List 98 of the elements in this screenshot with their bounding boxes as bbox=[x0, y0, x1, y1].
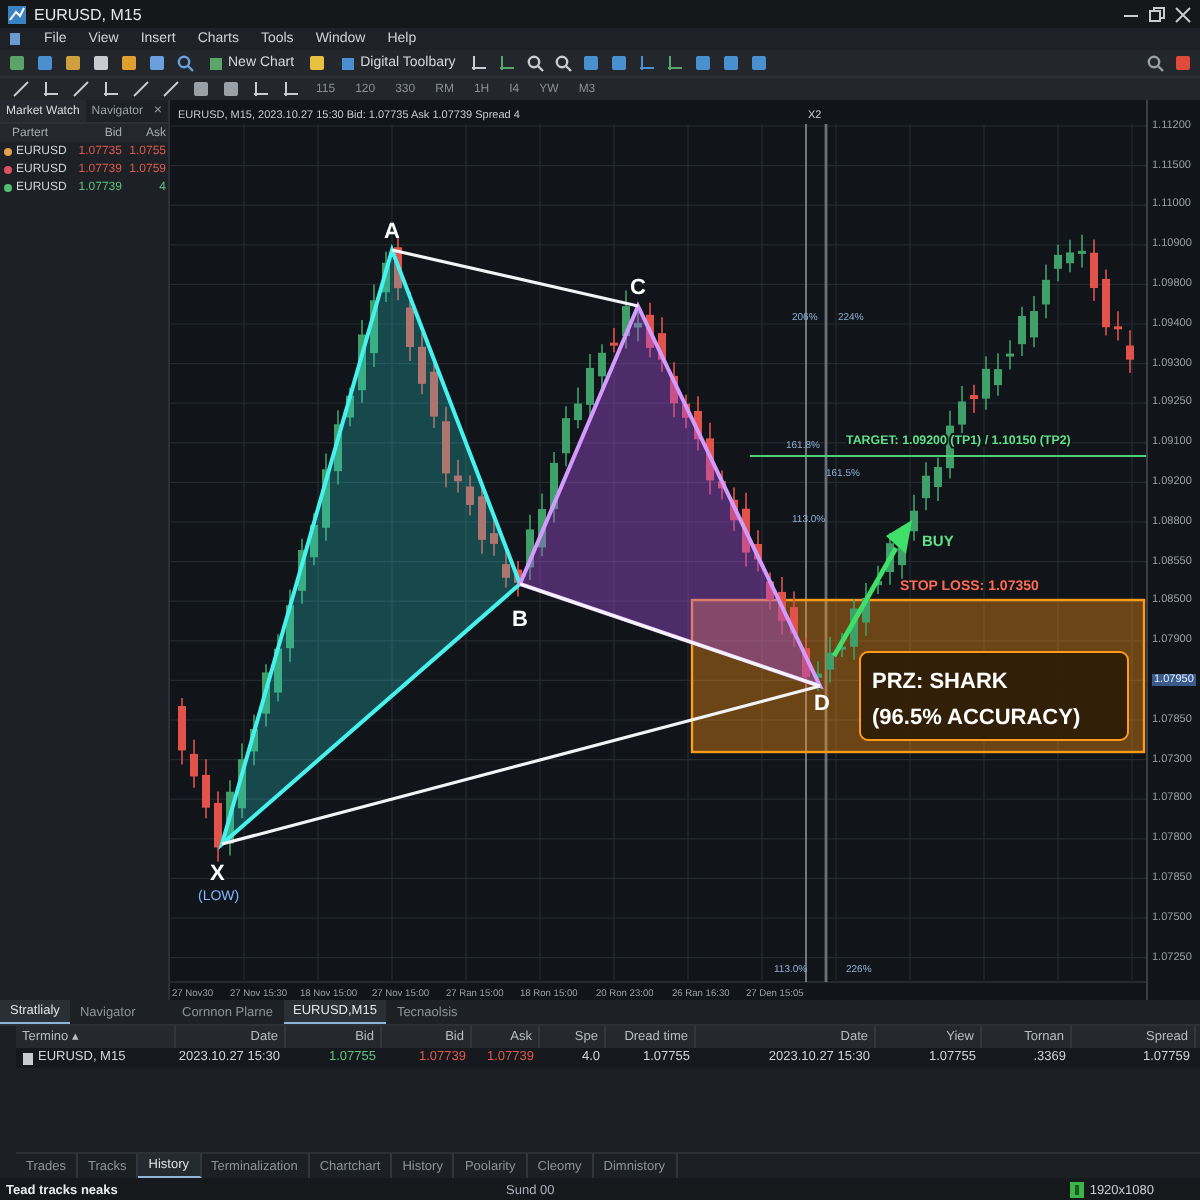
candlestick bbox=[706, 422, 714, 496]
trendline-icon[interactable] bbox=[132, 80, 150, 98]
candlestick bbox=[322, 452, 330, 542]
candlestick bbox=[610, 327, 618, 354]
candlestick bbox=[586, 353, 594, 419]
candlestick bbox=[562, 405, 570, 468]
candlestick bbox=[838, 632, 846, 658]
candlestick bbox=[910, 493, 918, 542]
candlestick bbox=[658, 316, 666, 373]
candlestick bbox=[1090, 238, 1098, 302]
candlestick bbox=[406, 290, 414, 362]
pattern-point-label: B bbox=[512, 608, 528, 632]
candlestick bbox=[646, 301, 654, 359]
candlestick bbox=[574, 386, 582, 429]
candlestick bbox=[850, 598, 858, 661]
candlestick bbox=[370, 283, 378, 368]
candlestick bbox=[1018, 305, 1026, 357]
candlestick bbox=[214, 790, 222, 863]
app-logo-icon bbox=[8, 5, 26, 23]
candlestick bbox=[778, 576, 786, 636]
prz-accuracy: (96.5% ACCURACY) bbox=[872, 706, 1081, 730]
candlestick bbox=[730, 486, 738, 532]
candlestick bbox=[226, 779, 234, 857]
candlestick bbox=[874, 564, 882, 595]
candlestick bbox=[202, 758, 210, 819]
candlestick bbox=[502, 549, 510, 589]
candlestick bbox=[622, 289, 630, 350]
candlestick bbox=[670, 361, 678, 418]
candlestick bbox=[274, 633, 282, 703]
window-title: EURUSD, M15 bbox=[34, 5, 142, 23]
candlestick bbox=[922, 461, 930, 511]
close-icon[interactable] bbox=[1174, 5, 1192, 23]
candlestick bbox=[946, 409, 954, 480]
candlestick bbox=[1006, 339, 1014, 371]
candlestick bbox=[514, 560, 522, 598]
candlestick bbox=[1042, 263, 1050, 320]
candlestick bbox=[1030, 295, 1038, 349]
candlestick bbox=[1078, 234, 1086, 269]
restore-icon[interactable] bbox=[1148, 5, 1166, 23]
candlestick bbox=[466, 474, 474, 517]
candlestick bbox=[382, 250, 390, 303]
zoom-in-icon[interactable] bbox=[525, 54, 544, 72]
candlestick bbox=[346, 386, 354, 428]
search-icon[interactable] bbox=[176, 54, 194, 72]
candlestick bbox=[766, 571, 774, 611]
candlestick bbox=[250, 713, 258, 767]
candlestick bbox=[310, 512, 318, 567]
candlestick bbox=[238, 742, 246, 819]
candlestick bbox=[826, 635, 834, 684]
candlestick bbox=[682, 394, 690, 429]
candlestick bbox=[1126, 329, 1134, 374]
connection-icon bbox=[1069, 1182, 1084, 1198]
candlestick bbox=[430, 362, 438, 429]
candlestick bbox=[286, 588, 294, 663]
candlestick bbox=[814, 660, 822, 693]
candlestick bbox=[1114, 310, 1122, 342]
pattern-point-label: C bbox=[630, 276, 646, 300]
document-icon bbox=[8, 32, 22, 46]
pattern-point-label: D bbox=[814, 692, 830, 716]
candlestick bbox=[298, 537, 306, 605]
candlestick bbox=[790, 590, 798, 648]
candlestick bbox=[190, 738, 198, 789]
candlestick bbox=[862, 582, 870, 637]
candlestick bbox=[334, 409, 342, 486]
prz-title: PRZ: SHARK bbox=[872, 670, 1008, 694]
search-icon[interactable] bbox=[1146, 54, 1164, 72]
axis-icon[interactable] bbox=[469, 54, 488, 72]
candlestick bbox=[478, 483, 486, 555]
document-icon bbox=[22, 1051, 34, 1065]
candlestick bbox=[958, 385, 966, 437]
candlestick bbox=[418, 331, 426, 396]
candlestick bbox=[982, 355, 990, 411]
candlestick bbox=[994, 352, 1002, 397]
candlestick bbox=[490, 516, 498, 557]
candlestick bbox=[598, 343, 606, 391]
candlestick bbox=[1066, 238, 1074, 274]
zoom-out-icon[interactable] bbox=[553, 54, 572, 72]
candlestick bbox=[742, 491, 750, 568]
candlestick bbox=[550, 451, 558, 524]
candlestick bbox=[262, 663, 270, 727]
candlestick bbox=[934, 457, 942, 502]
candlestick bbox=[454, 459, 462, 494]
pattern-point-label: X bbox=[210, 862, 225, 886]
candlestick bbox=[1054, 243, 1062, 283]
candlestick bbox=[694, 395, 702, 452]
candlestick bbox=[634, 311, 642, 343]
candlestick bbox=[754, 529, 762, 573]
candlestick bbox=[970, 383, 978, 414]
candlestick bbox=[442, 405, 450, 489]
candlestick bbox=[538, 492, 546, 558]
candlestick bbox=[358, 319, 366, 404]
candlestick bbox=[802, 636, 810, 687]
candlestick bbox=[178, 697, 186, 766]
candlestick bbox=[526, 514, 534, 581]
candlestick bbox=[718, 469, 726, 501]
candlestick bbox=[394, 234, 402, 301]
pattern-point-label: A bbox=[384, 220, 400, 244]
candlestick bbox=[1102, 268, 1110, 337]
